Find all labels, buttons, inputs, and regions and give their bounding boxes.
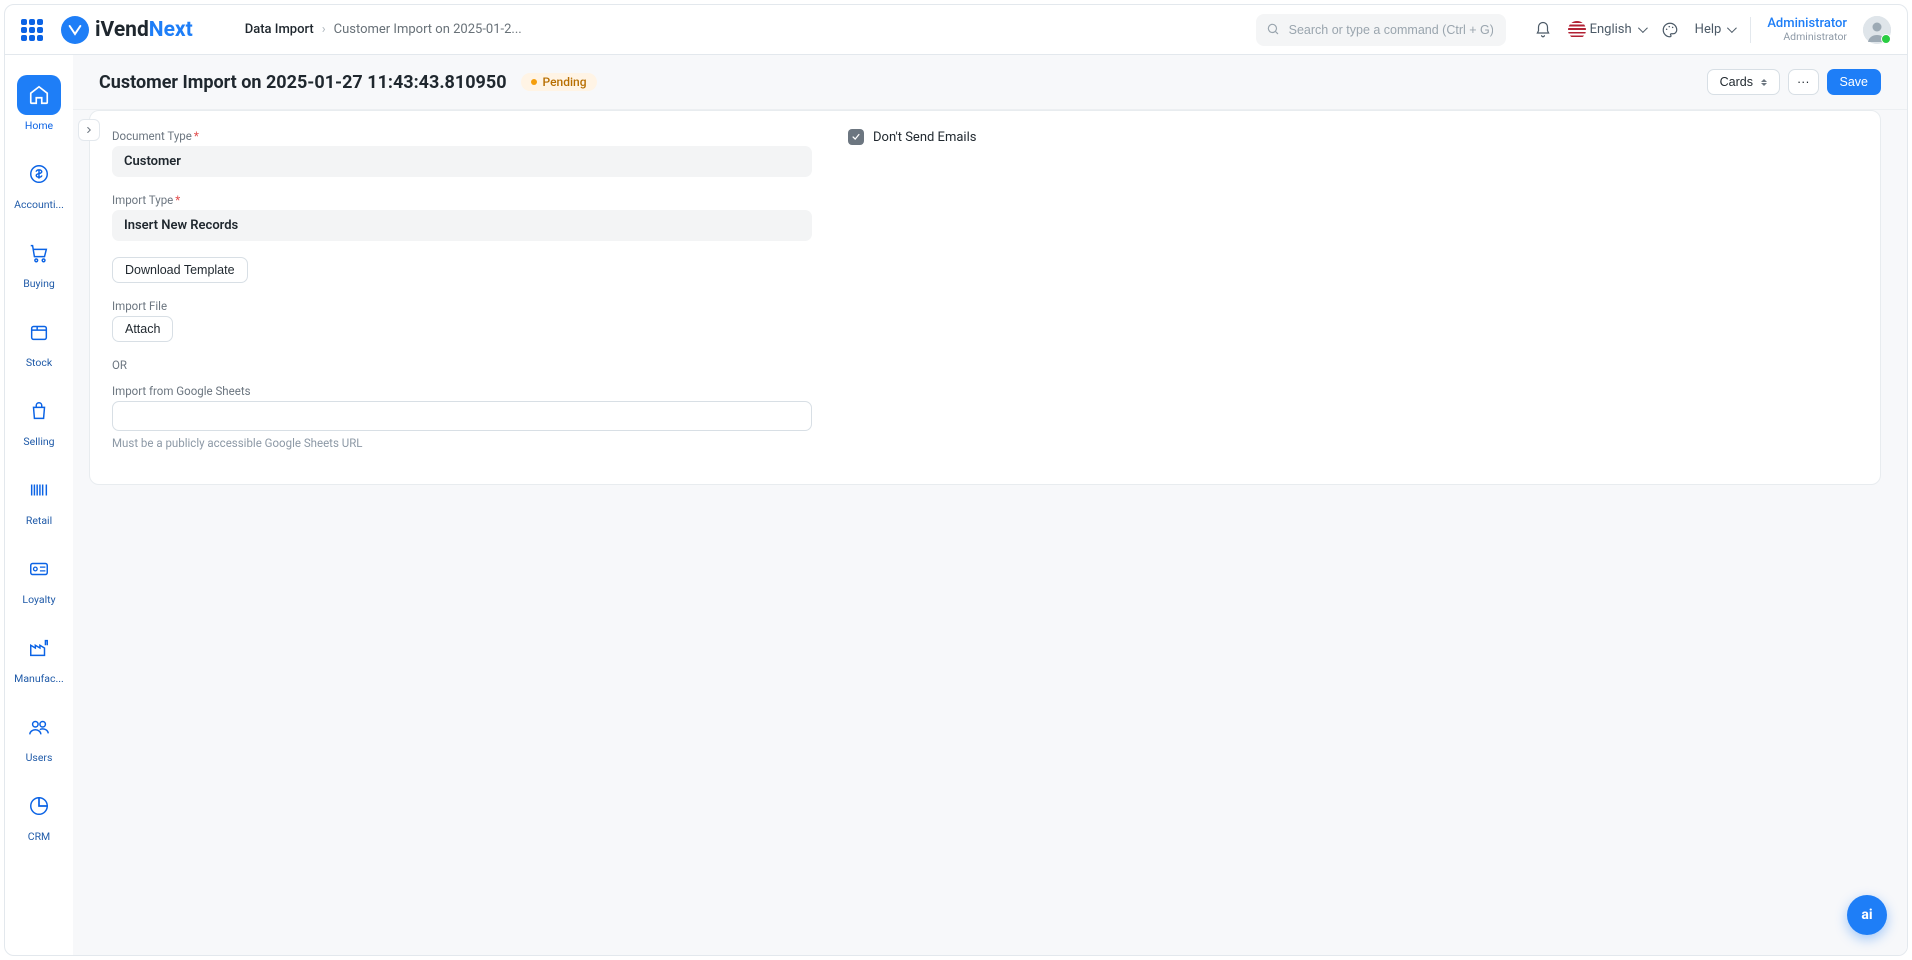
sidebar-item-label: Buying [23, 277, 55, 290]
document-type-label: Document Type* [112, 129, 812, 143]
status-badge: Pending [521, 73, 597, 91]
sidebar-item-buying[interactable]: Buying [12, 227, 66, 292]
sidebar-item-label: Users [26, 751, 53, 764]
card-icon [17, 549, 61, 589]
cart-icon [17, 233, 61, 273]
coin-icon [17, 154, 61, 194]
flag-icon [1568, 21, 1586, 39]
import-type-label: Import Type* [112, 193, 812, 207]
dont-send-emails-checkbox[interactable]: Don't Send Emails [848, 129, 1858, 145]
bell-icon [1534, 21, 1552, 39]
dont-send-emails-label: Don't Send Emails [873, 130, 976, 145]
panel-toggle-button[interactable] [78, 119, 100, 141]
language-selector[interactable]: English [1568, 21, 1645, 39]
sidebar-item-label: Home [25, 119, 53, 132]
attach-button[interactable]: Attach [112, 316, 173, 342]
sidebar-item-manufacturing[interactable]: Manufac... [12, 622, 66, 687]
pie-chart-icon [17, 786, 61, 826]
save-button[interactable]: Save [1827, 69, 1882, 95]
theme-toggle[interactable] [1661, 21, 1679, 39]
notifications-button[interactable] [1534, 21, 1552, 39]
sidebar-item-label: Stock [26, 356, 52, 369]
ai-assistant-button[interactable]: ai [1847, 895, 1887, 935]
cards-button[interactable]: Cards [1707, 69, 1780, 95]
sidebar-item-label: Retail [26, 514, 52, 527]
page-title: Customer Import on 2025-01-27 11:43:43.8… [99, 72, 507, 93]
breadcrumb-current: Customer Import on 2025-01-2... [334, 22, 522, 37]
user-name: Administrator [1767, 17, 1847, 31]
sidebar-item-users[interactable]: Users [12, 701, 66, 766]
help-menu[interactable]: Help [1695, 22, 1735, 37]
sidebar-item-crm[interactable]: CRM [12, 780, 66, 845]
google-sheets-label: Import from Google Sheets [112, 384, 812, 398]
chevron-down-icon [1725, 22, 1734, 37]
or-label: OR [112, 358, 812, 372]
sidebar-item-stock[interactable]: Stock [12, 306, 66, 371]
language-label: English [1590, 22, 1632, 37]
brand-logo-container[interactable]: iVendNext [61, 16, 193, 44]
google-sheets-input[interactable] [112, 401, 812, 431]
home-icon [17, 75, 61, 115]
sort-icon [1761, 79, 1767, 86]
sidebar-item-label: Manufac... [14, 672, 64, 685]
status-dot-icon [531, 79, 537, 85]
sidebar-item-retail[interactable]: Retail [12, 464, 66, 529]
sidebar-item-label: CRM [28, 830, 50, 843]
ai-label: ai [1861, 907, 1872, 923]
google-sheets-help: Must be a publicly accessible Google She… [112, 436, 812, 450]
chevron-right-icon [84, 125, 94, 135]
help-label: Help [1695, 22, 1722, 37]
ellipsis-icon: ··· [1797, 75, 1810, 89]
factory-icon [17, 628, 61, 668]
status-label: Pending [543, 75, 587, 89]
download-template-button[interactable]: Download Template [112, 257, 248, 283]
cards-label: Cards [1720, 75, 1753, 89]
sidebar-item-label: Selling [23, 435, 54, 448]
sidebar-item-loyalty[interactable]: Loyalty [12, 543, 66, 608]
checkbox-checked-icon [848, 129, 864, 145]
divider [1750, 17, 1751, 43]
sidebar-item-selling[interactable]: Selling [12, 385, 66, 450]
palette-icon [1661, 21, 1679, 39]
bag-icon [17, 391, 61, 431]
barcode-icon [17, 470, 61, 510]
chevron-down-icon [1636, 22, 1645, 37]
apps-grid-icon[interactable] [21, 19, 43, 41]
chevron-right-icon: › [322, 22, 326, 37]
sidebar-item-accounting[interactable]: Accounti... [12, 148, 66, 213]
search-input[interactable] [1256, 14, 1506, 46]
users-icon [17, 707, 61, 747]
sidebar-item-label: Accounti... [14, 198, 64, 211]
avatar[interactable] [1863, 16, 1891, 44]
box-icon [17, 312, 61, 352]
sidebar-item-label: Loyalty [22, 593, 55, 606]
user-menu[interactable]: Administrator Administrator [1767, 17, 1847, 43]
breadcrumb: Data Import › Customer Import on 2025-01… [245, 22, 522, 37]
sidebar-item-home[interactable]: Home [12, 69, 66, 134]
import-file-label: Import File [112, 299, 812, 313]
brand-name: iVendNext [95, 18, 193, 42]
brand-logo-icon [61, 16, 89, 44]
sidebar: Home Accounti... Buying Stock [5, 55, 73, 955]
user-role: Administrator [1767, 31, 1847, 43]
document-type-field[interactable]: Customer [112, 146, 812, 177]
search-icon [1266, 22, 1280, 36]
breadcrumb-parent[interactable]: Data Import [245, 22, 314, 37]
import-type-field[interactable]: Insert New Records [112, 210, 812, 241]
more-actions-button[interactable]: ··· [1788, 69, 1819, 95]
